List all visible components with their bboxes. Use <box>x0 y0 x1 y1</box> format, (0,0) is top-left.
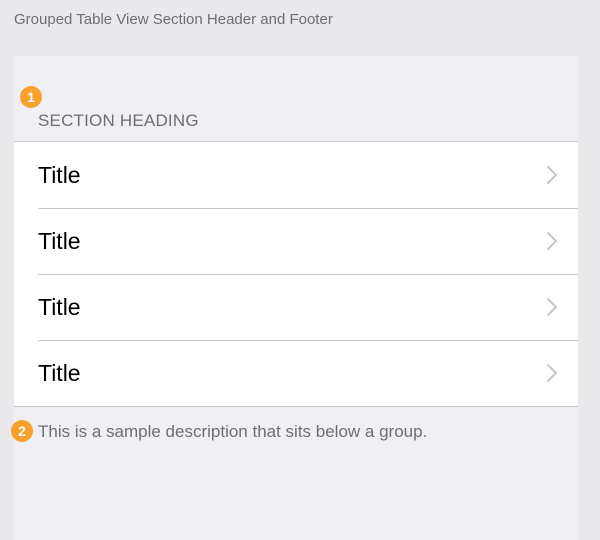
annotation-badge-2: 2 <box>11 420 33 442</box>
page: Grouped Table View Section Header and Fo… <box>0 0 600 540</box>
table-group: Title Title Title Title <box>14 141 578 407</box>
section-heading: SECTION HEADING <box>38 111 199 130</box>
row-title: Title <box>38 360 81 386</box>
annotation-badge-1: 1 <box>20 86 42 108</box>
table-row[interactable]: Title <box>14 142 578 208</box>
chevron-right-icon <box>547 166 557 184</box>
page-caption: Grouped Table View Section Header and Fo… <box>14 11 333 28</box>
chevron-right-icon <box>547 364 557 382</box>
table-row[interactable]: Title <box>14 340 578 406</box>
grouped-table-view: 1 SECTION HEADING Title Title Title Titl… <box>11 56 578 540</box>
row-title: Title <box>38 228 81 254</box>
table-row[interactable]: Title <box>14 274 578 340</box>
chevron-right-icon <box>547 232 557 250</box>
table-row[interactable]: Title <box>14 208 578 274</box>
row-title: Title <box>38 162 81 188</box>
row-title: Title <box>38 294 81 320</box>
chevron-right-icon <box>547 298 557 316</box>
section-footer: This is a sample description that sits b… <box>38 422 428 441</box>
